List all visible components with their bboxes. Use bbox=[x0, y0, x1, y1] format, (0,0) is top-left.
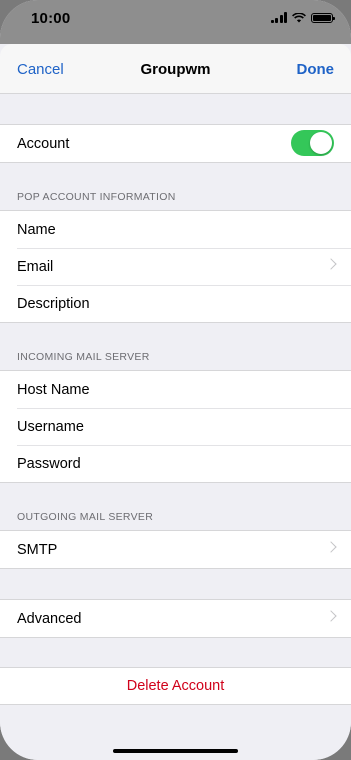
password-row[interactable]: Password bbox=[0, 445, 351, 482]
pop-header-text: POP ACCOUNT INFORMATION bbox=[17, 191, 176, 203]
incoming-server-group: Host Name Username Password bbox=[0, 370, 351, 483]
account-toggle-group: Account bbox=[0, 124, 351, 163]
advanced-label: Advanced bbox=[17, 610, 82, 627]
account-row: Account bbox=[0, 125, 351, 162]
outgoing-header-text: OUTGOING MAIL SERVER bbox=[17, 511, 154, 523]
notch bbox=[87, 0, 264, 30]
email-row[interactable]: Email bbox=[0, 248, 351, 285]
smtp-label: SMTP bbox=[17, 541, 58, 558]
host-name-label: Host Name bbox=[17, 381, 90, 398]
chevron-right-icon bbox=[325, 258, 337, 270]
description-label: Description bbox=[17, 295, 90, 312]
section-header-pop: POP ACCOUNT INFORMATION bbox=[0, 163, 351, 210]
toggle-knob bbox=[310, 132, 332, 154]
section-header-incoming: INCOMING MAIL SERVER bbox=[0, 323, 351, 370]
name-row[interactable]: Name bbox=[0, 211, 351, 248]
host-name-row[interactable]: Host Name bbox=[0, 371, 351, 408]
status-bar: 10:00 bbox=[0, 0, 351, 44]
status-time: 10:00 bbox=[31, 10, 71, 27]
description-row[interactable]: Description bbox=[0, 285, 351, 322]
navigation-bar: Cancel Groupwm Done bbox=[0, 44, 351, 94]
name-label: Name bbox=[17, 221, 56, 238]
done-button[interactable]: Done bbox=[297, 61, 335, 78]
smtp-row[interactable]: SMTP bbox=[0, 531, 351, 568]
username-label: Username bbox=[17, 418, 84, 435]
chevron-right-icon bbox=[325, 610, 337, 622]
wifi-icon bbox=[292, 12, 306, 22]
home-indicator[interactable] bbox=[113, 749, 238, 753]
email-label: Email bbox=[17, 258, 54, 275]
username-row[interactable]: Username bbox=[0, 408, 351, 445]
incoming-header-text: INCOMING MAIL SERVER bbox=[17, 351, 150, 363]
account-label: Account bbox=[17, 135, 70, 152]
delete-group: Delete Account bbox=[0, 667, 351, 705]
chevron-right-icon bbox=[325, 541, 337, 553]
delete-account-button[interactable]: Delete Account bbox=[0, 668, 351, 704]
pop-account-group: Name Email Description bbox=[0, 210, 351, 323]
battery-icon bbox=[311, 12, 335, 23]
status-icons bbox=[270, 12, 335, 23]
advanced-row[interactable]: Advanced bbox=[0, 600, 351, 637]
phone-screen: 10:00 Cancel Groupwm Done Account POP AC… bbox=[0, 0, 351, 760]
outgoing-server-group: SMTP bbox=[0, 530, 351, 569]
account-toggle[interactable] bbox=[291, 130, 334, 156]
advanced-group: Advanced bbox=[0, 599, 351, 638]
cellular-signal-icon bbox=[270, 12, 287, 23]
section-header-outgoing: OUTGOING MAIL SERVER bbox=[0, 483, 351, 530]
account-settings-sheet: Cancel Groupwm Done Account POP ACCOUNT … bbox=[0, 44, 351, 760]
password-label: Password bbox=[17, 455, 81, 472]
